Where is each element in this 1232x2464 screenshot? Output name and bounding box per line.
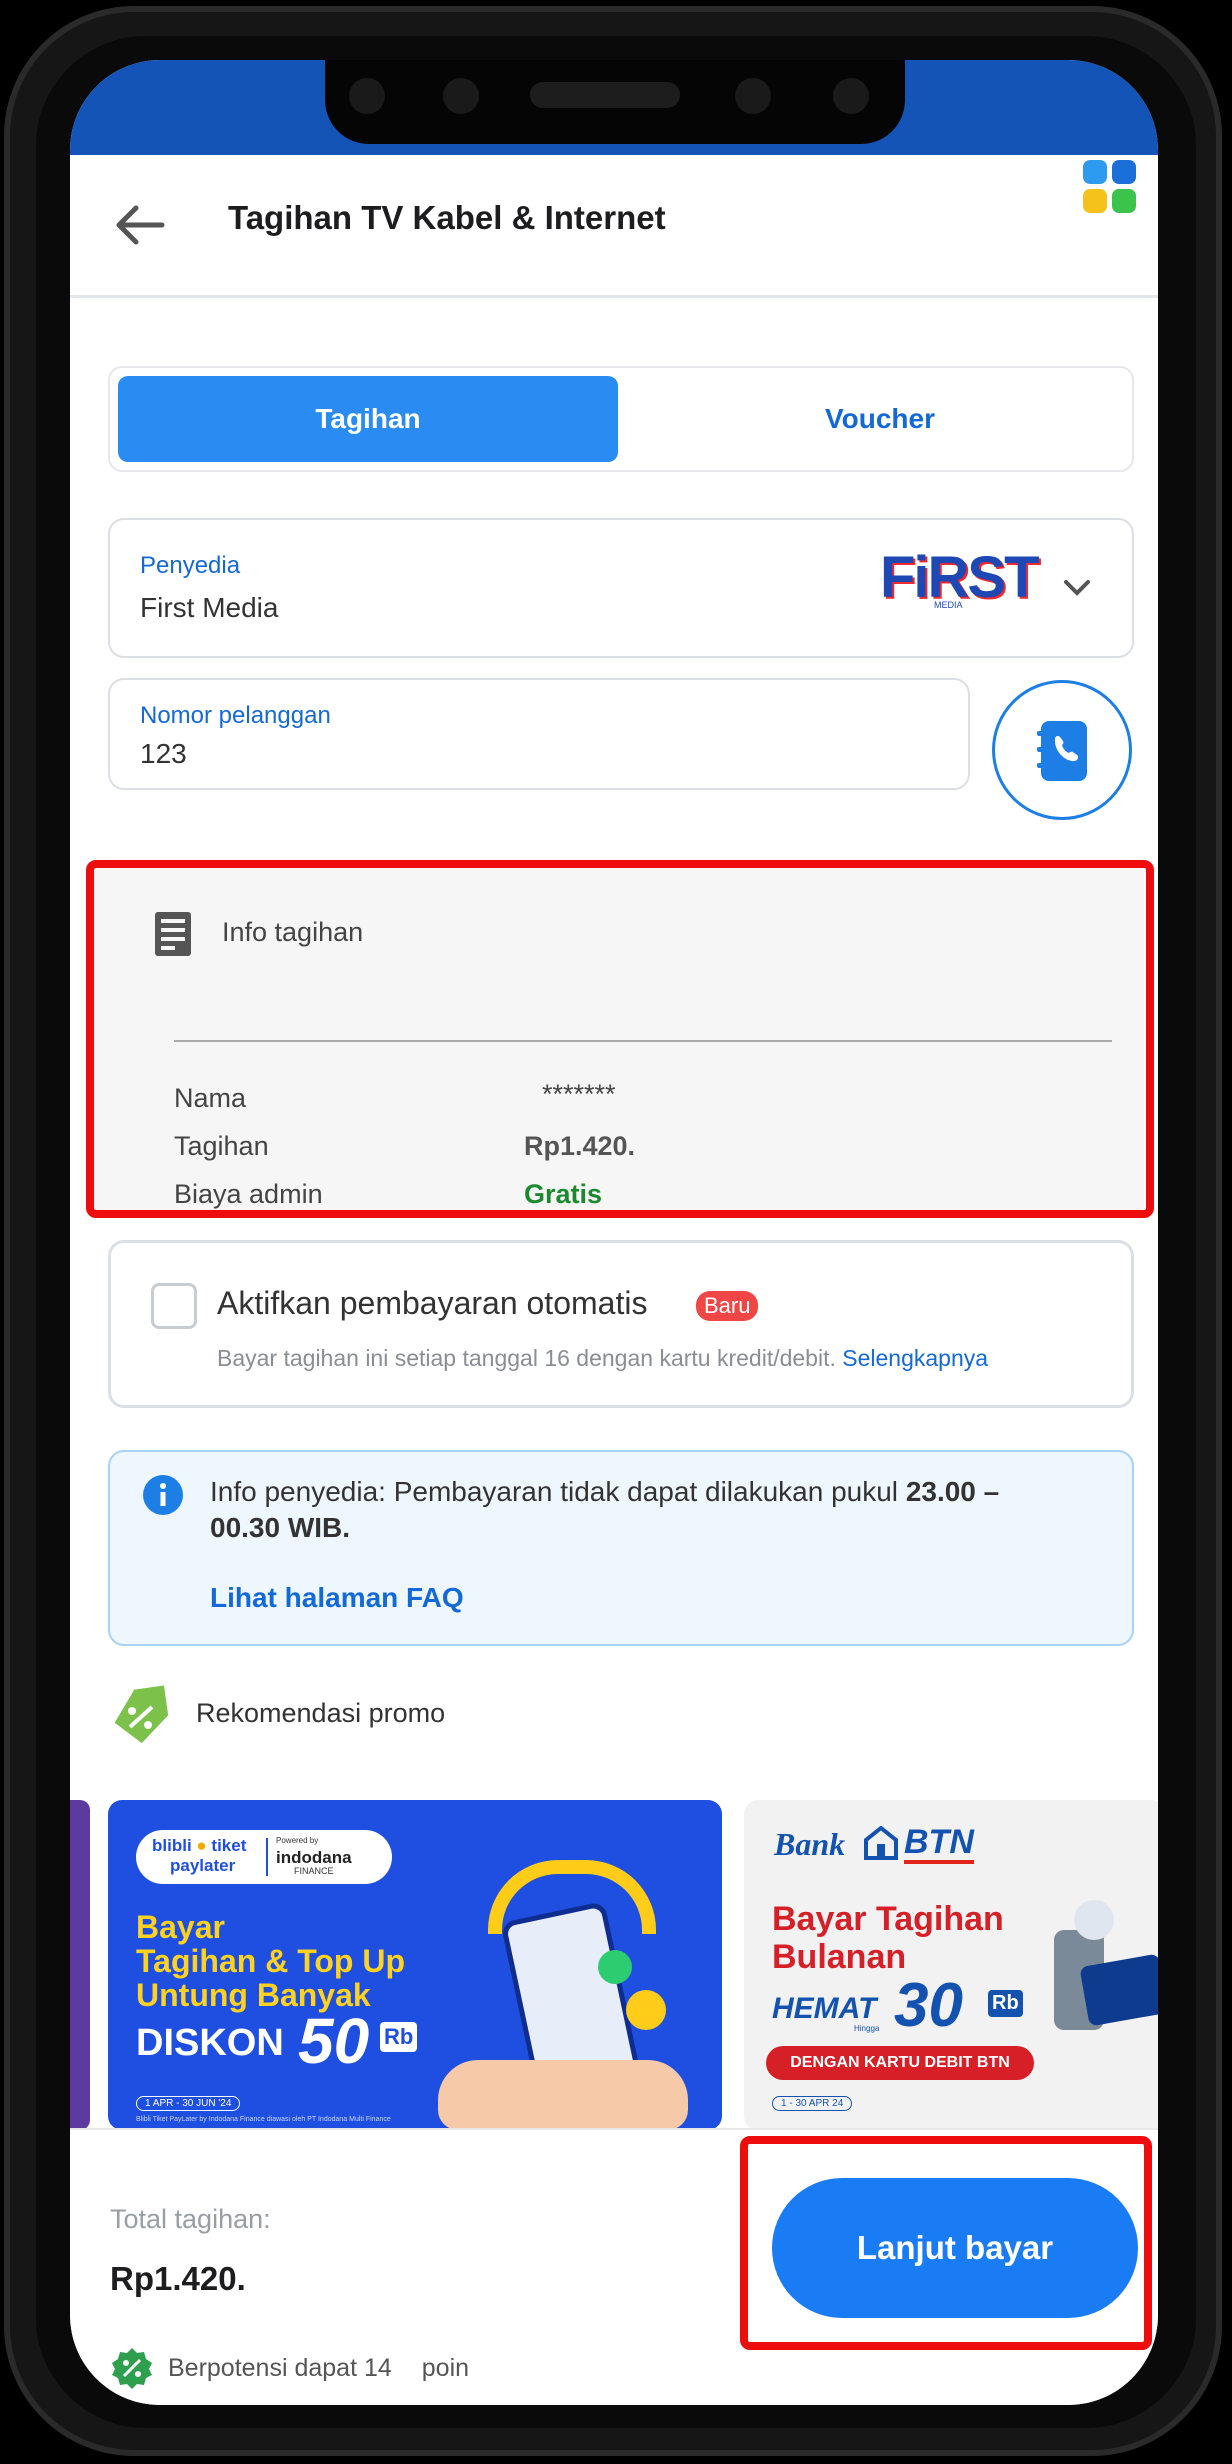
promo2-headline: Bayar Tagihan Bulanan [772, 1900, 1004, 1976]
card-machine-illustration [1044, 1890, 1158, 2080]
speaker-grille [530, 82, 680, 108]
info-icon [143, 1475, 183, 1515]
page-title: Tagihan TV Kabel & Internet [228, 199, 666, 236]
sensor-icon [833, 78, 869, 114]
total-value: Rp1.420. [110, 2260, 246, 2297]
promo1-period: 1 APR - 30 JUN '24 [136, 2096, 241, 2111]
autopay-label: Aktifkan pembayaran otomatis [217, 1285, 648, 1321]
promo-card-btn[interactable]: Bank BTN Bayar Tagihan Bulanan HEMAT Hin… [744, 1800, 1158, 2130]
promo1-amount: 50 [298, 2005, 370, 2077]
promo2-period: 1 - 30 APR 24 [772, 2096, 853, 2111]
autopay-more-link[interactable]: Selengkapnya [842, 1345, 988, 1371]
tab-group: Tagihan Voucher [108, 366, 1134, 472]
notice-text: Info penyedia: Pembayaran tidak dapat di… [210, 1476, 1000, 1543]
promo2-ribbon: DENGAN KARTU DEBIT BTN [766, 2046, 1034, 2080]
phone-screen: Tagihan TV Kabel & Internet Tagihan Vouc… [70, 60, 1158, 2405]
app-bar: Tagihan TV Kabel & Internet [70, 155, 1158, 298]
promo-brand-pill: blibli ● tiket paylater Powered by indoda… [136, 1830, 392, 1884]
autopay-option[interactable]: Aktifkan pembayaran otomatis Baru Bayar … [108, 1240, 1134, 1408]
promo1-diskon: DISKON [136, 2022, 284, 2064]
provider-value: First Media [140, 592, 279, 623]
promo1-unit: Rb [380, 2022, 418, 2052]
provider-label: Penyedia [140, 552, 241, 579]
points-badge-icon [112, 2348, 152, 2389]
highlight-box-bill-info [86, 860, 1154, 1218]
promo-heading: Rekomendasi promo [196, 1698, 446, 1728]
faq-link[interactable]: Lihat halaman FAQ [210, 1582, 464, 1614]
phone-hand-illustration [438, 1840, 708, 2130]
btn-brand: BTN [904, 1824, 974, 1864]
app-menu-icon[interactable] [1083, 160, 1137, 214]
chevron-down-icon [1064, 580, 1090, 596]
camera-icon [443, 78, 479, 114]
promo2-hemat: HEMAT [772, 1992, 877, 2025]
btn-bank-word: Bank [774, 1826, 846, 1862]
camera-icon [735, 78, 771, 114]
sensor-icon [349, 78, 385, 114]
phone-book-icon [1037, 721, 1087, 781]
promo2-unit: Rb [988, 1990, 1023, 2017]
customer-number-field[interactable]: Nomor pelanggan 123 [108, 678, 970, 790]
promo-card-blibli[interactable]: blibli ● tiket paylater Powered by indoda… [108, 1800, 722, 2130]
promo2-amount: 30 [894, 1971, 963, 2040]
provider-notice: Info penyedia: Pembayaran tidak dapat di… [108, 1450, 1134, 1646]
camera-notch [325, 60, 905, 144]
promo-card-partial[interactable] [70, 1800, 90, 2130]
promo1-fine-print: Blibli Tiket PayLater by Indodana Financ… [136, 2116, 391, 2123]
customer-number-label: Nomor pelanggan [140, 702, 331, 729]
promo1-headline: Bayar Tagihan & Top Up Untung Banyak [136, 1909, 405, 2013]
total-label: Total tagihan: [110, 2204, 271, 2234]
promo2-hingga: Hingga [854, 2024, 880, 2033]
tab-tagihan[interactable]: Tagihan [118, 376, 618, 462]
contact-book-button[interactable] [992, 680, 1132, 820]
back-arrow-icon[interactable] [110, 195, 170, 255]
new-badge: Baru [696, 1291, 759, 1321]
autopay-description: Bayar tagihan ini setiap tanggal 16 deng… [217, 1345, 989, 1371]
points-text: Berpotensi dapat 14 poin [168, 2354, 470, 2382]
tab-voucher[interactable]: Voucher [640, 376, 1120, 462]
discount-tag-icon [114, 1685, 169, 1744]
provider-select[interactable]: Penyedia First Media FiRST MEDIA [108, 518, 1134, 658]
highlight-box-pay-button [740, 2136, 1152, 2350]
btn-logo-icon [864, 1826, 898, 1860]
customer-number-value: 123 [140, 738, 187, 769]
autopay-checkbox[interactable] [151, 1283, 197, 1329]
first-media-logo: FiRST MEDIA [880, 545, 1040, 611]
